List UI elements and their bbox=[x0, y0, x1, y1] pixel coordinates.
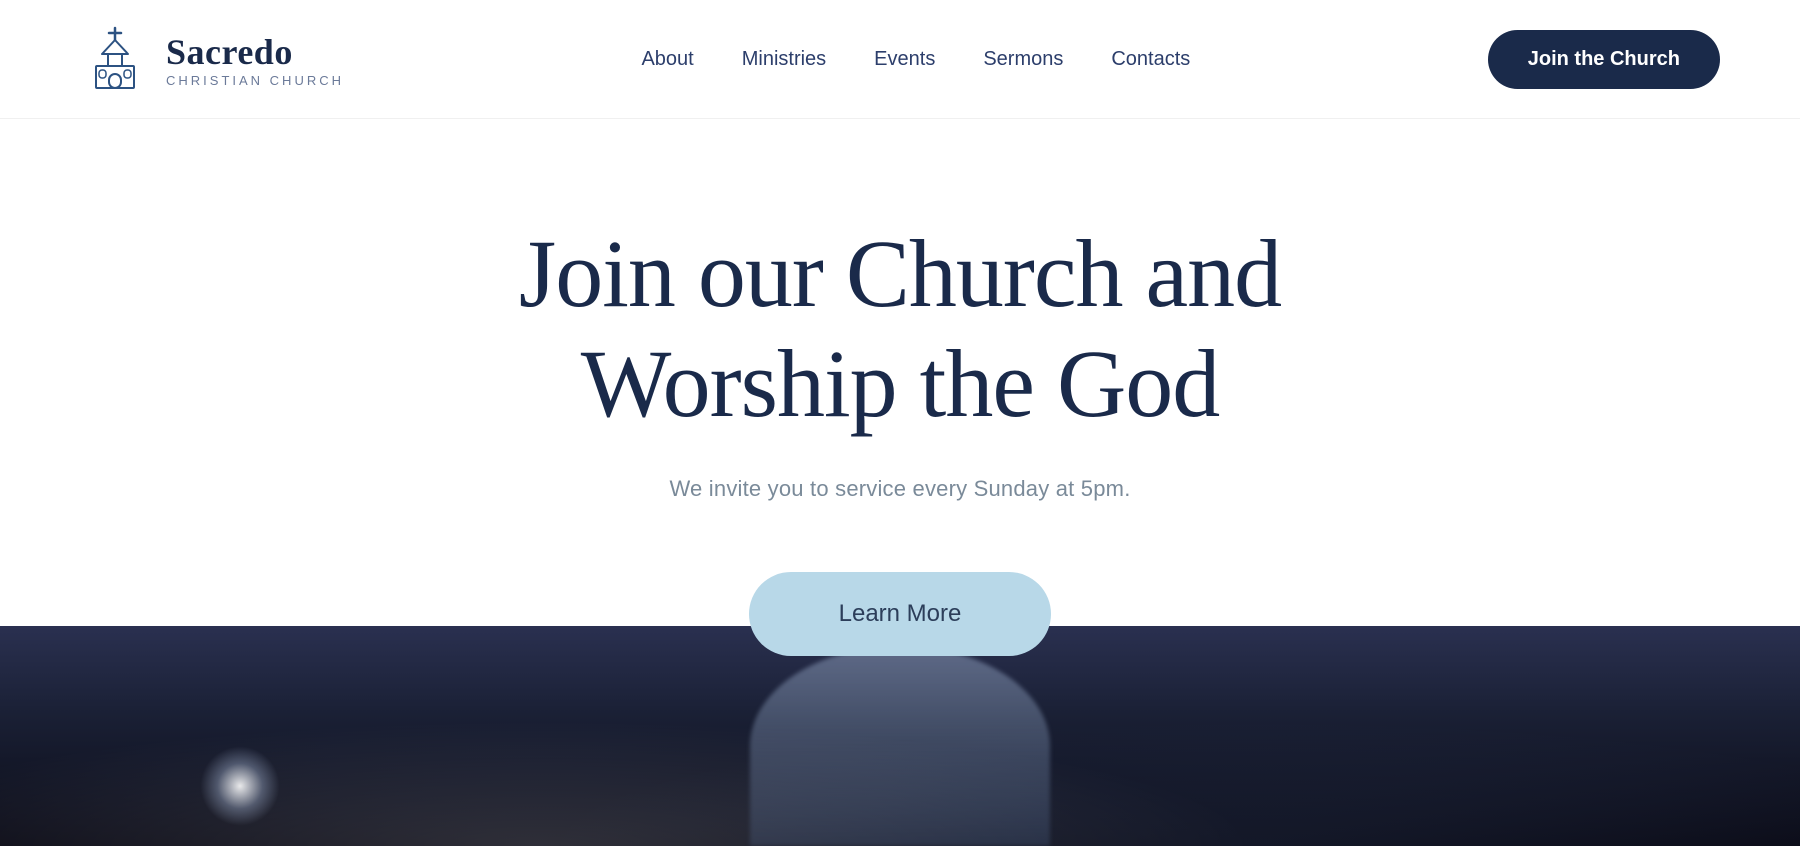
hero-section: Join our Church and Worship the God We i… bbox=[0, 119, 1800, 626]
join-church-button[interactable]: Join the Church bbox=[1488, 30, 1720, 89]
person-figure bbox=[750, 646, 1050, 846]
nav-ministries[interactable]: Ministries bbox=[742, 48, 826, 71]
nav-about[interactable]: About bbox=[641, 48, 693, 71]
main-nav: About Ministries Events Sermons Contacts bbox=[641, 48, 1190, 71]
nav-cta-area: Join the Church bbox=[1488, 30, 1720, 89]
logo-text-block: Sacredo CHRISTIAN CHURCH bbox=[166, 31, 344, 88]
logo-subtitle: CHRISTIAN CHURCH bbox=[166, 73, 344, 88]
hero-title: Join our Church and Worship the God bbox=[519, 219, 1281, 440]
light-flare-left bbox=[200, 746, 280, 826]
nav-events[interactable]: Events bbox=[874, 48, 935, 71]
hero-title-line2: Worship the God bbox=[581, 330, 1220, 437]
church-icon bbox=[80, 24, 150, 94]
hero-subtitle: We invite you to service every Sunday at… bbox=[669, 476, 1130, 502]
header: Sacredo CHRISTIAN CHURCH About Ministrie… bbox=[0, 0, 1800, 119]
hero-title-line1: Join our Church and bbox=[519, 220, 1281, 327]
logo-area: Sacredo CHRISTIAN CHURCH bbox=[80, 24, 344, 94]
logo-name: Sacredo bbox=[166, 31, 344, 73]
hero-image-area bbox=[0, 626, 1800, 846]
learn-more-button[interactable]: Learn More bbox=[749, 572, 1052, 656]
nav-sermons[interactable]: Sermons bbox=[983, 48, 1063, 71]
nav-contacts[interactable]: Contacts bbox=[1111, 48, 1190, 71]
